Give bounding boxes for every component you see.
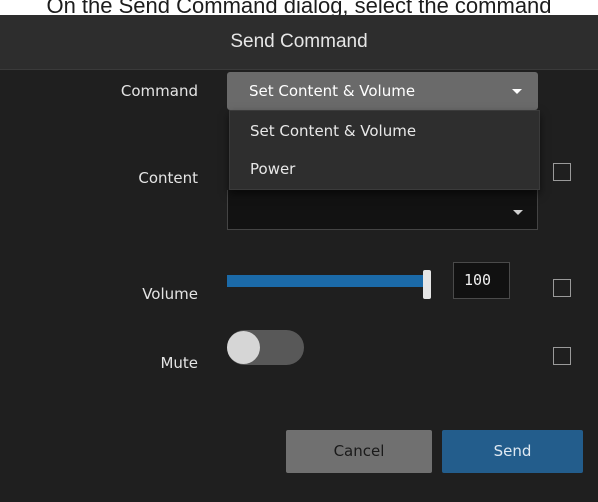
dropdown-option-set-content-volume[interactable]: Set Content & Volume (230, 112, 539, 150)
command-label: Command (120, 82, 198, 100)
dialog-header: Send Command (0, 15, 598, 70)
command-select[interactable]: Set Content & Volume (227, 72, 538, 110)
mute-label: Mute (160, 354, 198, 372)
volume-input[interactable]: 100 (453, 262, 510, 299)
command-select-value: Set Content & Volume (249, 82, 416, 100)
mute-toggle[interactable] (227, 330, 304, 365)
content-label: Content (138, 169, 198, 187)
cancel-button[interactable]: Cancel (286, 430, 432, 473)
volume-slider-handle[interactable] (423, 270, 431, 299)
dropdown-option-power[interactable]: Power (230, 150, 539, 188)
command-dropdown-menu: Set Content & Volume Power (229, 110, 540, 190)
mute-toggle-knob (227, 331, 260, 364)
content-select[interactable] (227, 190, 538, 230)
mute-checkbox[interactable] (553, 347, 571, 365)
volume-label: Volume (142, 285, 198, 303)
volume-checkbox[interactable] (553, 279, 571, 297)
volume-slider[interactable] (227, 275, 428, 287)
send-button[interactable]: Send (442, 430, 583, 473)
caret-down-icon (512, 89, 522, 94)
content-checkbox[interactable] (553, 163, 571, 181)
caret-down-icon (513, 210, 523, 215)
dialog-title: Send Command (230, 31, 368, 52)
